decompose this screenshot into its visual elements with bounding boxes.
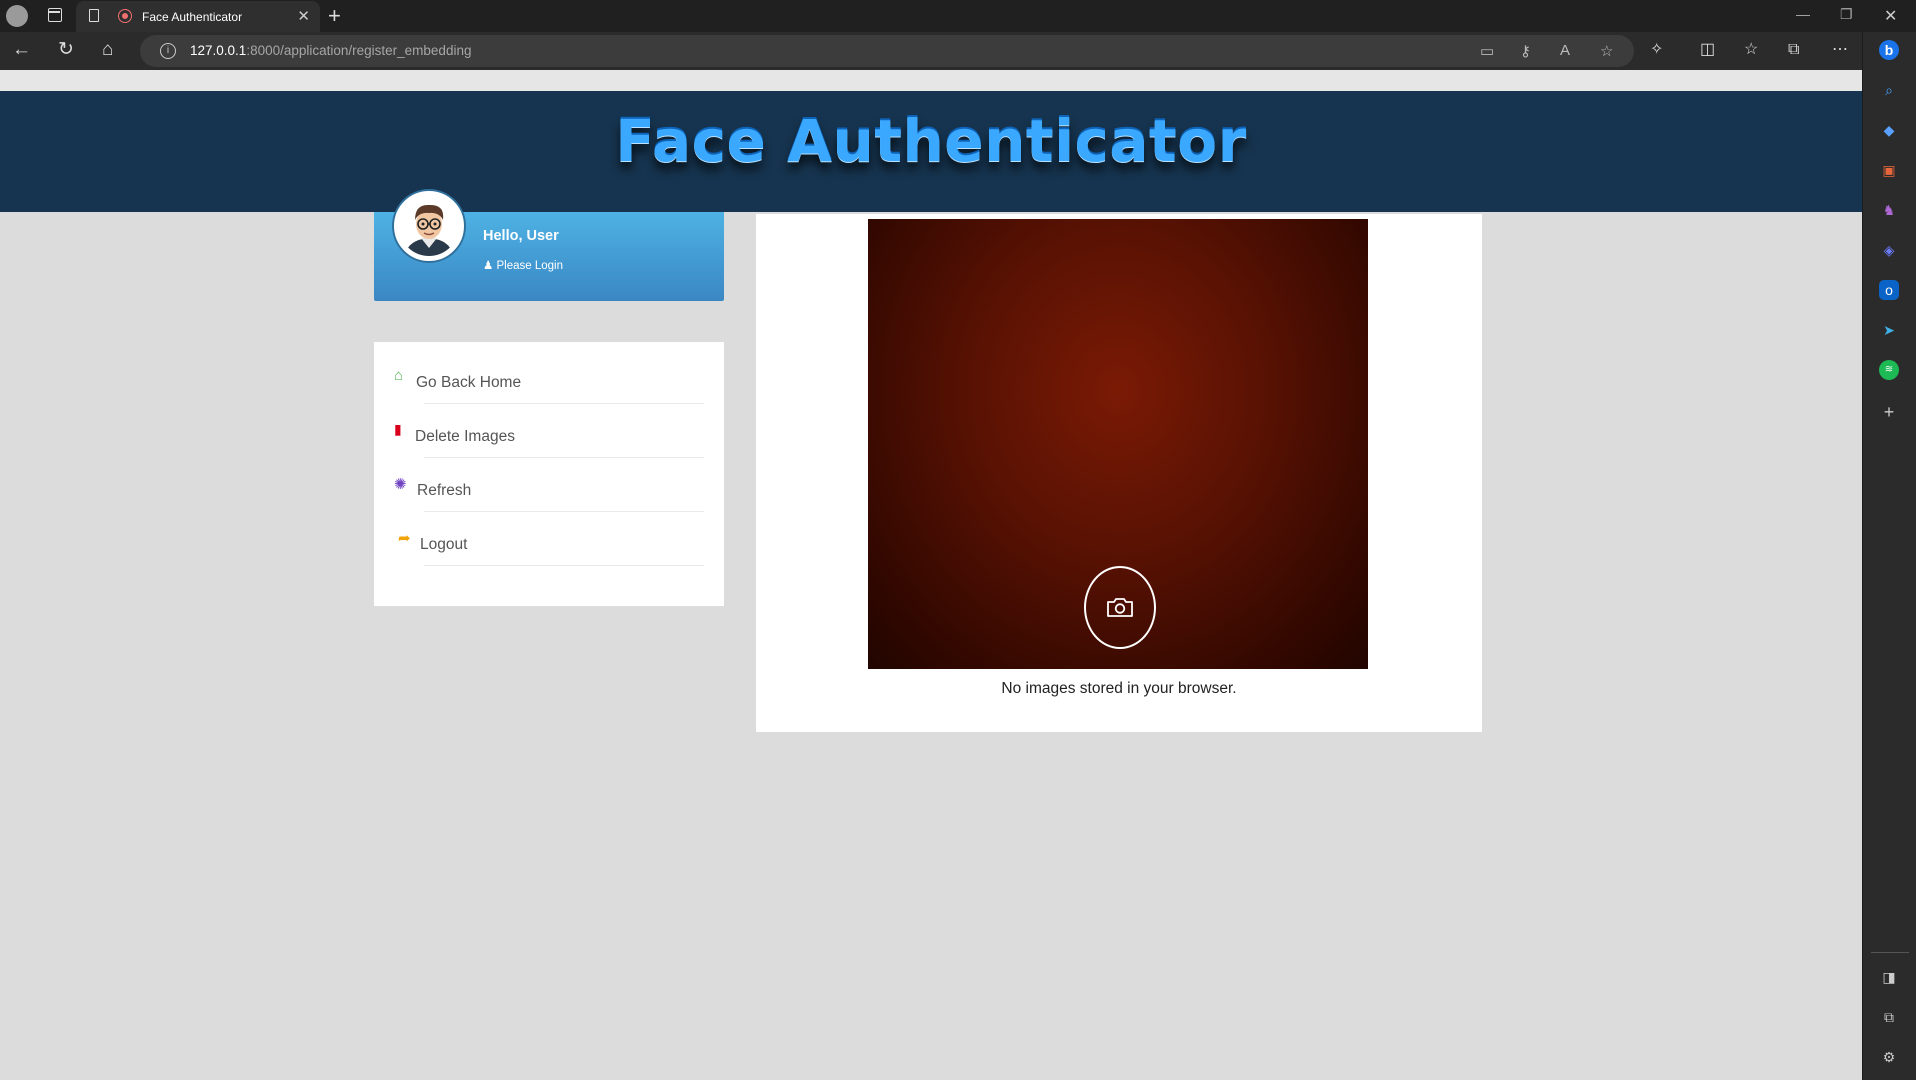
capture-button[interactable] [1084, 566, 1156, 649]
spotify-icon[interactable]: ≋ [1879, 360, 1899, 380]
url-text: 127.0.0.1:8000/application/register_embe… [190, 43, 472, 58]
browser-tab[interactable]: Face Authenticator ✕ [76, 1, 320, 32]
home-icon: ⌂ [394, 367, 404, 384]
page-title: Face Authenticator [615, 107, 1247, 175]
side-menu: ⌂ Go Back Home ▮ Delete Images ✺ Refresh… [374, 342, 724, 606]
favorites-icon[interactable]: ☆ [1744, 40, 1758, 60]
camera-permission-icon[interactable]: ▭ [1480, 42, 1494, 60]
menu-item-logout[interactable]: ➦ Logout [394, 512, 704, 566]
page-icon [89, 9, 99, 22]
settings-gear-icon[interactable]: ⚙ [1879, 1047, 1899, 1067]
extensions-icon[interactable]: ✧ [1650, 40, 1663, 60]
tab-title: Face Authenticator [142, 10, 243, 24]
recording-icon [118, 9, 132, 23]
user-card: Hello, User ♟ Please Login [374, 191, 724, 301]
tab-actions-icon[interactable] [48, 8, 62, 22]
outlook-icon[interactable]: o [1879, 280, 1899, 300]
camera-viewport [868, 219, 1368, 669]
login-hint[interactable]: ♟ Please Login [483, 258, 563, 272]
camera-panel: No images stored in your browser. [756, 214, 1482, 732]
split-screen-icon[interactable]: ◫ [1700, 40, 1715, 60]
favorite-star-icon[interactable]: ☆ [1600, 42, 1613, 60]
empty-images-message: No images stored in your browser. [1001, 680, 1237, 697]
microsoft-365-icon[interactable]: ◈ [1879, 240, 1899, 260]
browser-titlebar: Face Authenticator ✕ + — ❐ ✕ [0, 0, 1916, 32]
menu-item-go-back-home[interactable]: ⌂ Go Back Home [394, 350, 704, 404]
collections-icon[interactable]: ⧉ [1788, 40, 1799, 60]
site-info-icon[interactable]: i [160, 43, 176, 59]
close-window-icon[interactable]: ✕ [1884, 6, 1897, 26]
minimize-icon[interactable]: — [1796, 6, 1810, 22]
menu-item-refresh[interactable]: ✺ Refresh [394, 458, 704, 512]
greeting-text: Hello, User [483, 228, 559, 244]
sidebar-divider [1871, 952, 1909, 953]
profile-icon[interactable] [6, 5, 28, 27]
trash-icon: ▮ [394, 421, 402, 437]
hide-sidebar-icon[interactable]: ◨ [1879, 967, 1899, 987]
browser-sidebar: b ⌕ ◆ ▣ ♞ ◈ o ➤ ≋ + ◨ ⧉ ⚙ [1862, 32, 1916, 1080]
close-tab-icon[interactable]: ✕ [297, 7, 310, 25]
spinner-icon: ✺ [394, 476, 407, 493]
add-sidebar-app-icon[interactable]: + [1879, 402, 1899, 422]
browser-navbar: ← ↻ ⌂ i 127.0.0.1:8000/application/regis… [0, 32, 1916, 70]
read-aloud-icon[interactable]: A [1560, 42, 1570, 59]
external-link-icon[interactable]: ⧉ [1879, 1007, 1899, 1027]
restore-icon[interactable]: ❐ [1840, 6, 1853, 23]
search-icon[interactable]: ⌕ [1879, 80, 1899, 100]
site-header: Face Authenticator [0, 91, 1862, 212]
shopping-tag-icon[interactable]: ◆ [1879, 120, 1899, 140]
back-icon[interactable]: ← [12, 40, 31, 60]
reload-icon[interactable]: ↻ [58, 40, 74, 60]
telegram-icon[interactable]: ➤ [1879, 320, 1899, 340]
games-icon[interactable]: ♞ [1879, 200, 1899, 220]
key-icon[interactable]: ⚷ [1520, 42, 1531, 60]
address-bar[interactable]: i 127.0.0.1:8000/application/register_em… [140, 35, 1634, 67]
tools-icon[interactable]: ▣ [1879, 160, 1899, 180]
user-icon: ♟ [483, 260, 497, 272]
sign-out-icon: ➦ [398, 530, 411, 547]
camera-icon [1107, 598, 1133, 617]
home-browser-icon[interactable]: ⌂ [102, 40, 113, 60]
bing-chat-icon[interactable]: b [1879, 40, 1899, 60]
menu-item-delete-images[interactable]: ▮ Delete Images [394, 404, 704, 458]
new-tab-button[interactable]: + [328, 3, 341, 29]
page-viewport: Face Authenticator Hello, User ♟ Please … [0, 70, 1862, 1080]
avatar [394, 191, 464, 261]
top-strip [0, 70, 1862, 91]
more-options-icon[interactable]: ⋯ [1832, 40, 1848, 60]
